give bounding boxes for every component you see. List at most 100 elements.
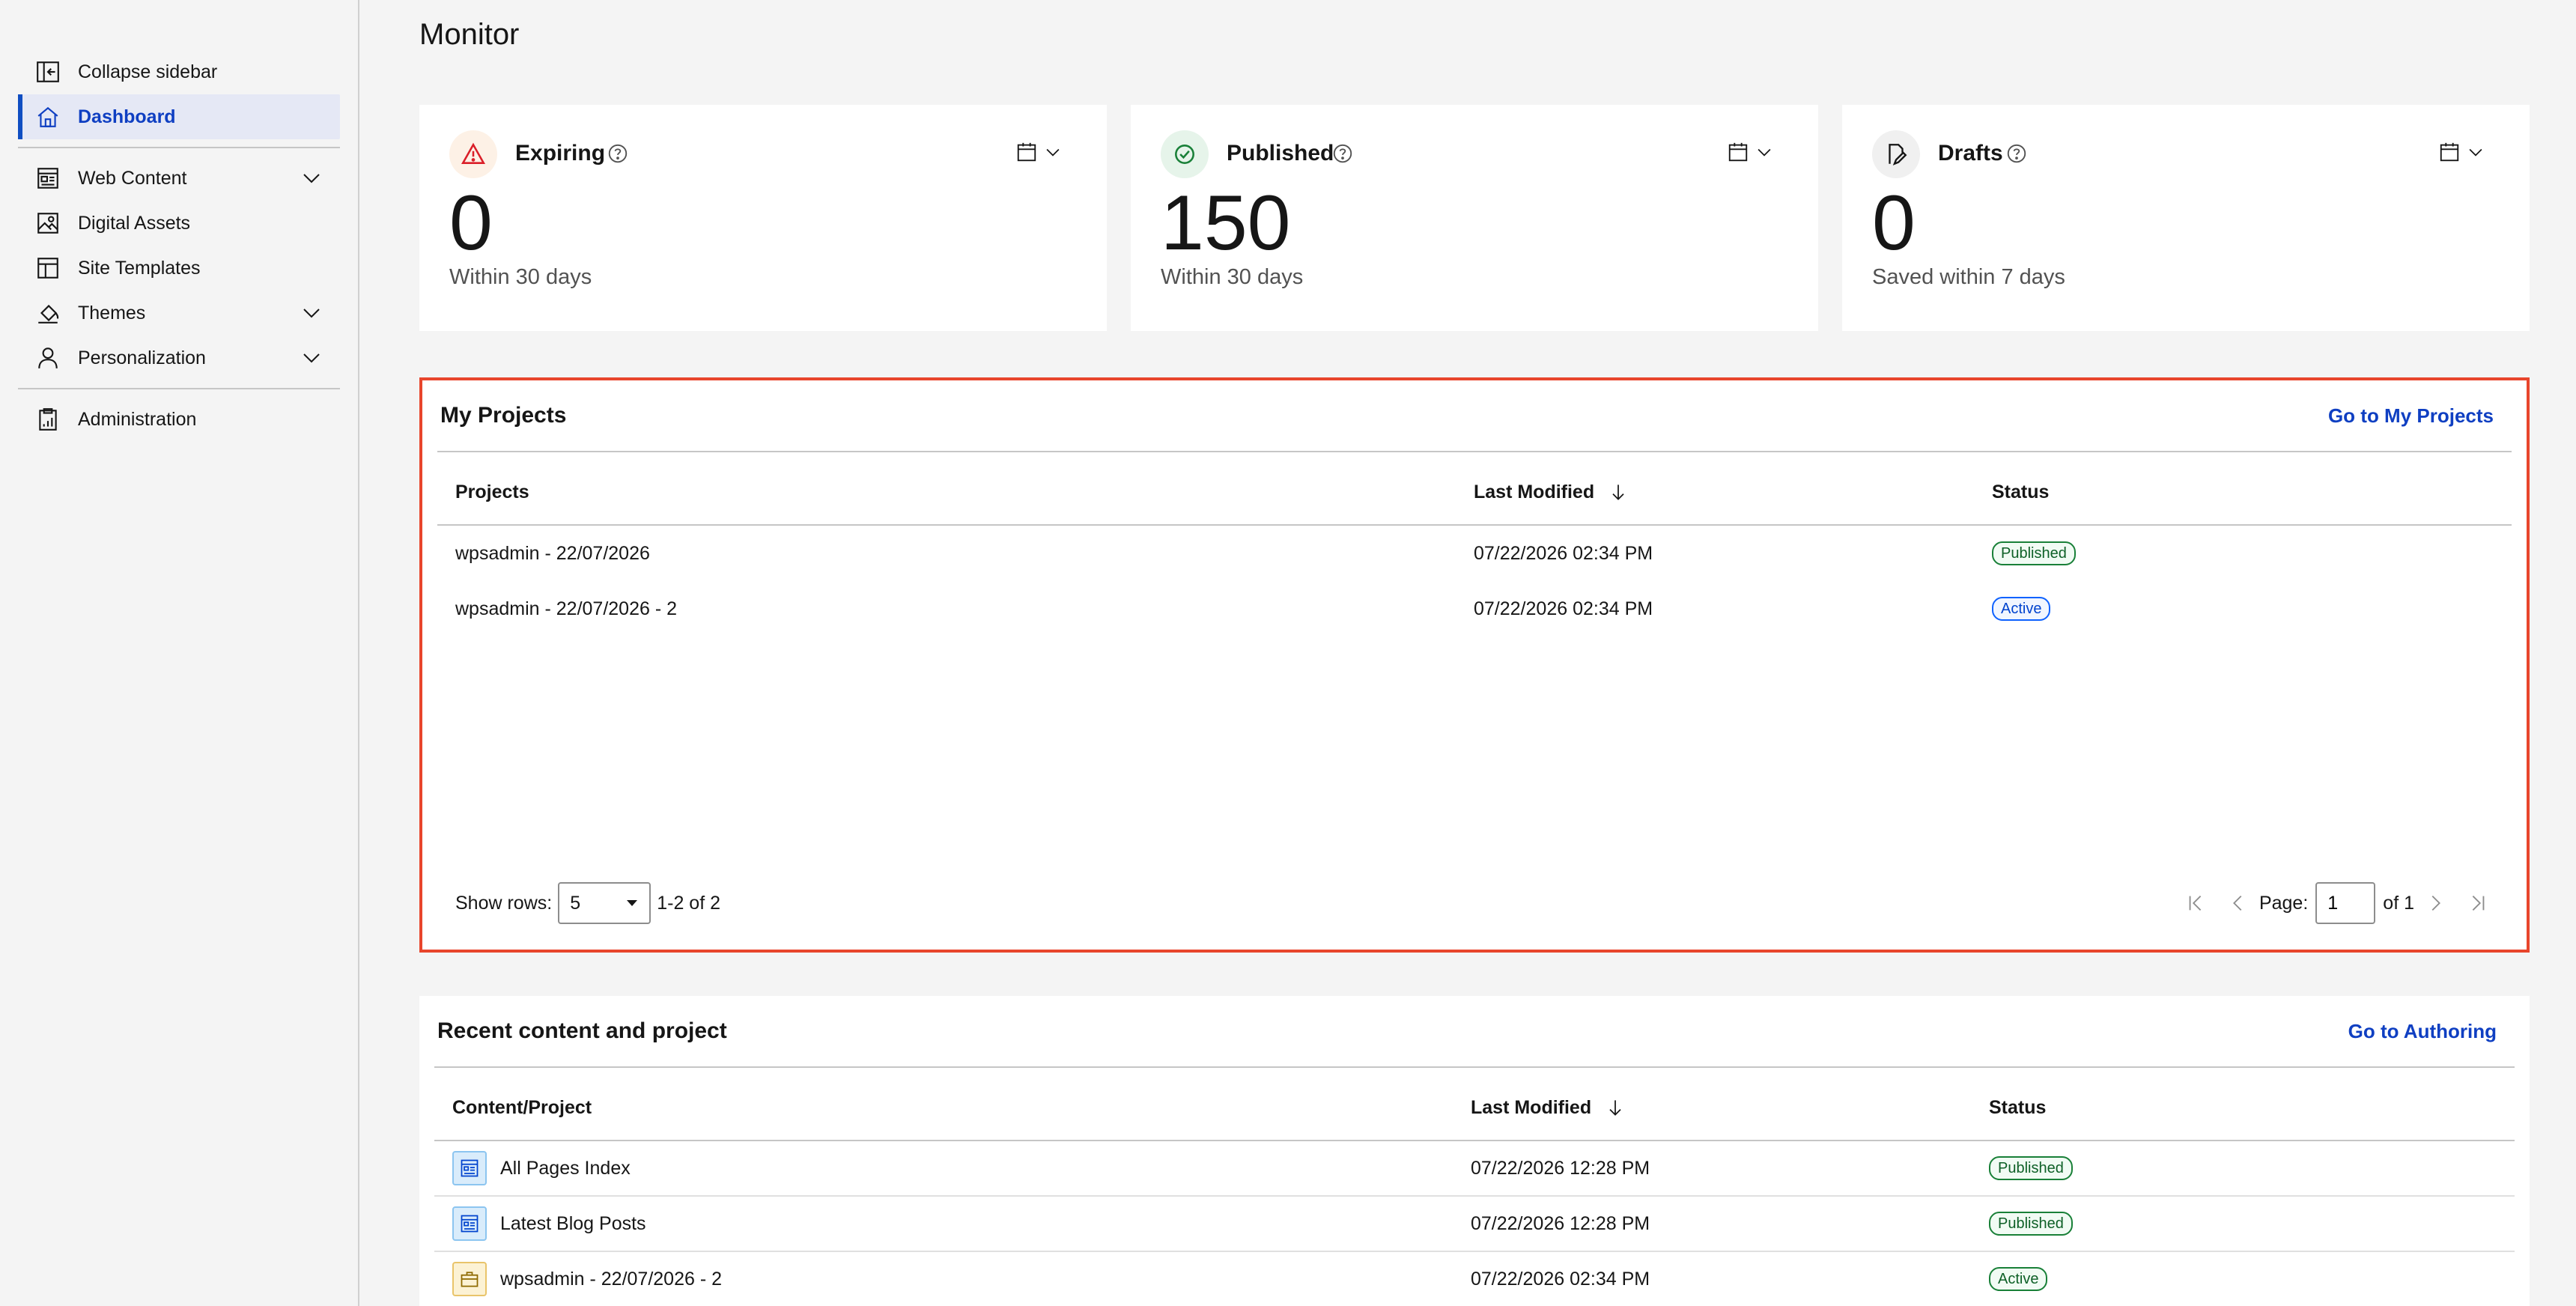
calendar-icon xyxy=(1017,142,1036,162)
go-to-authoring-link[interactable]: Go to Authoring xyxy=(2348,1020,2497,1043)
status-badge: Published xyxy=(1989,1156,2073,1180)
column-header-status[interactable]: Status xyxy=(1992,482,2512,503)
content-icon xyxy=(452,1206,487,1241)
collapse-sidebar-icon xyxy=(34,58,61,85)
recent-content-table: Content/Project Last Modified Status All… xyxy=(434,1068,2515,1306)
sidebar-item-web-content[interactable]: Web Content xyxy=(18,156,340,201)
go-to-my-projects-link[interactable]: Go to My Projects xyxy=(2328,404,2494,428)
web-content-icon xyxy=(34,165,61,192)
sidebar-item-personalization[interactable]: Personalization xyxy=(18,335,340,380)
sidebar-item-site-templates[interactable]: Site Templates xyxy=(18,246,340,291)
warning-icon xyxy=(449,130,497,178)
show-rows-label: Show rows: xyxy=(455,892,553,914)
date-range-dropdown[interactable] xyxy=(1727,141,1775,163)
table-row[interactable]: wpsadmin - 22/07/2026 - 2 07/22/2026 02:… xyxy=(437,581,2512,637)
chevron-down-icon[interactable] xyxy=(300,346,323,370)
last-modified: 07/22/2026 12:28 PM xyxy=(1471,1212,1650,1234)
help-icon[interactable] xyxy=(1331,142,1354,165)
card-caption: Within 30 days xyxy=(1161,265,1304,289)
column-header-label: Last Modified xyxy=(1474,481,1595,502)
sidebar-item-administration[interactable]: Administration xyxy=(18,397,340,442)
panel-header: Recent content and project Go to Authori… xyxy=(434,996,2515,1068)
date-range-dropdown[interactable] xyxy=(2438,141,2486,163)
column-header-content-project[interactable]: Content/Project xyxy=(434,1097,1471,1119)
column-header-status[interactable]: Status xyxy=(1989,1097,2515,1119)
sidebar-divider xyxy=(18,147,340,148)
published-count: 150 xyxy=(1161,180,1291,267)
my-projects-table: Projects Last Modified Status wpsadmin -… xyxy=(437,452,2512,637)
column-header-last-modified[interactable]: Last Modified xyxy=(1471,1097,1989,1119)
chevron-right-icon xyxy=(2431,895,2440,911)
expiring-card: Expiring 0 Within 30 days xyxy=(419,105,1107,331)
clipboard-icon xyxy=(34,406,61,433)
card-title: Published xyxy=(1227,141,1334,165)
sidebar-item-label: Web Content xyxy=(78,167,187,189)
sidebar: Collapse sidebar Dashboard Web Content D… xyxy=(0,0,359,1306)
pagination: Show rows: 5 1-2 of 2 Page: of 1 xyxy=(437,882,2512,924)
status-badge: Published xyxy=(1992,541,2076,565)
chevron-down-icon[interactable] xyxy=(300,166,323,190)
next-page-button[interactable] xyxy=(2420,888,2450,918)
table-row[interactable]: Latest Blog Posts 07/22/2026 12:28 PM Pu… xyxy=(434,1197,2515,1252)
sort-descending-icon[interactable] xyxy=(1608,482,1629,502)
rows-per-page-select[interactable]: 5 xyxy=(558,882,651,924)
drafts-card: Drafts 0 Saved within 7 days xyxy=(1842,105,2530,331)
collapse-sidebar-button[interactable]: Collapse sidebar xyxy=(18,49,340,94)
help-icon[interactable] xyxy=(2005,142,2028,165)
sort-descending-icon[interactable] xyxy=(1605,1097,1626,1118)
status-badge: Active xyxy=(1992,597,2051,621)
last-page-icon xyxy=(2472,895,2485,911)
last-modified: 07/22/2026 02:34 PM xyxy=(1471,1268,1650,1290)
panel-header: My Projects Go to My Projects xyxy=(437,380,2512,452)
sidebar-item-label: Site Templates xyxy=(78,257,201,279)
column-header-last-modified[interactable]: Last Modified xyxy=(1474,482,1992,503)
briefcase-icon xyxy=(452,1262,487,1296)
sidebar-item-digital-assets[interactable]: Digital Assets xyxy=(18,201,340,246)
column-header-projects[interactable]: Projects xyxy=(437,482,1474,503)
last-modified: 07/22/2026 02:34 PM xyxy=(1474,542,1653,564)
chevron-down-icon xyxy=(1046,148,1060,157)
help-icon[interactable] xyxy=(607,142,629,165)
table-header-row: Projects Last Modified Status xyxy=(437,452,2512,526)
image-icon xyxy=(34,210,61,237)
card-title: Expiring xyxy=(515,141,606,165)
card-caption: Saved within 7 days xyxy=(1872,265,2065,289)
page-label: Page: xyxy=(2258,892,2309,914)
table-row[interactable]: wpsadmin - 22/07/2026 - 2 07/22/2026 02:… xyxy=(434,1252,2515,1306)
calendar-icon xyxy=(2440,142,2459,162)
card-title: Drafts xyxy=(1938,141,2003,165)
last-modified: 07/22/2026 02:34 PM xyxy=(1474,598,1653,619)
content-name[interactable]: Latest Blog Posts xyxy=(500,1213,646,1235)
content-name[interactable]: All Pages Index xyxy=(500,1158,631,1179)
home-icon xyxy=(34,103,61,130)
page-number-input[interactable] xyxy=(2315,882,2376,924)
checkmark-circle-icon xyxy=(1161,130,1209,178)
chevron-down-icon[interactable] xyxy=(300,301,323,325)
project-name[interactable]: wpsadmin - 22/07/2026 - 2 xyxy=(437,598,1474,620)
page-title: Monitor xyxy=(419,18,520,51)
chevron-down-icon xyxy=(1758,148,1771,157)
rows-per-page-value: 5 xyxy=(570,892,581,914)
sidebar-item-themes[interactable]: Themes xyxy=(18,291,340,335)
table-row[interactable]: All Pages Index 07/22/2026 12:28 PM Publ… xyxy=(434,1141,2515,1197)
first-page-button[interactable] xyxy=(2181,888,2211,918)
previous-page-button[interactable] xyxy=(2223,888,2253,918)
table-row[interactable]: wpsadmin - 22/07/2026 07/22/2026 02:34 P… xyxy=(437,526,2512,581)
date-range-dropdown[interactable] xyxy=(1015,141,1063,163)
sidebar-item-dashboard[interactable]: Dashboard xyxy=(18,94,340,139)
project-name[interactable]: wpsadmin - 22/07/2026 xyxy=(437,543,1474,565)
last-modified: 07/22/2026 12:28 PM xyxy=(1471,1157,1650,1179)
content-name[interactable]: wpsadmin - 22/07/2026 - 2 xyxy=(500,1269,722,1290)
column-header-label: Last Modified xyxy=(1471,1096,1592,1118)
last-page-button[interactable] xyxy=(2462,888,2492,918)
caret-down-icon xyxy=(627,900,638,906)
published-card: Published 150 Within 30 days xyxy=(1131,105,1818,331)
status-badge: Active xyxy=(1989,1267,2048,1291)
user-icon xyxy=(34,344,61,371)
my-projects-panel: My Projects Go to My Projects Projects L… xyxy=(419,377,2530,953)
rows-range: 1-2 of 2 xyxy=(657,892,720,914)
calendar-icon xyxy=(1728,142,1748,162)
paint-bucket-icon xyxy=(34,300,61,326)
draft-edit-icon xyxy=(1872,130,1920,178)
sidebar-item-label: Dashboard xyxy=(78,106,176,127)
